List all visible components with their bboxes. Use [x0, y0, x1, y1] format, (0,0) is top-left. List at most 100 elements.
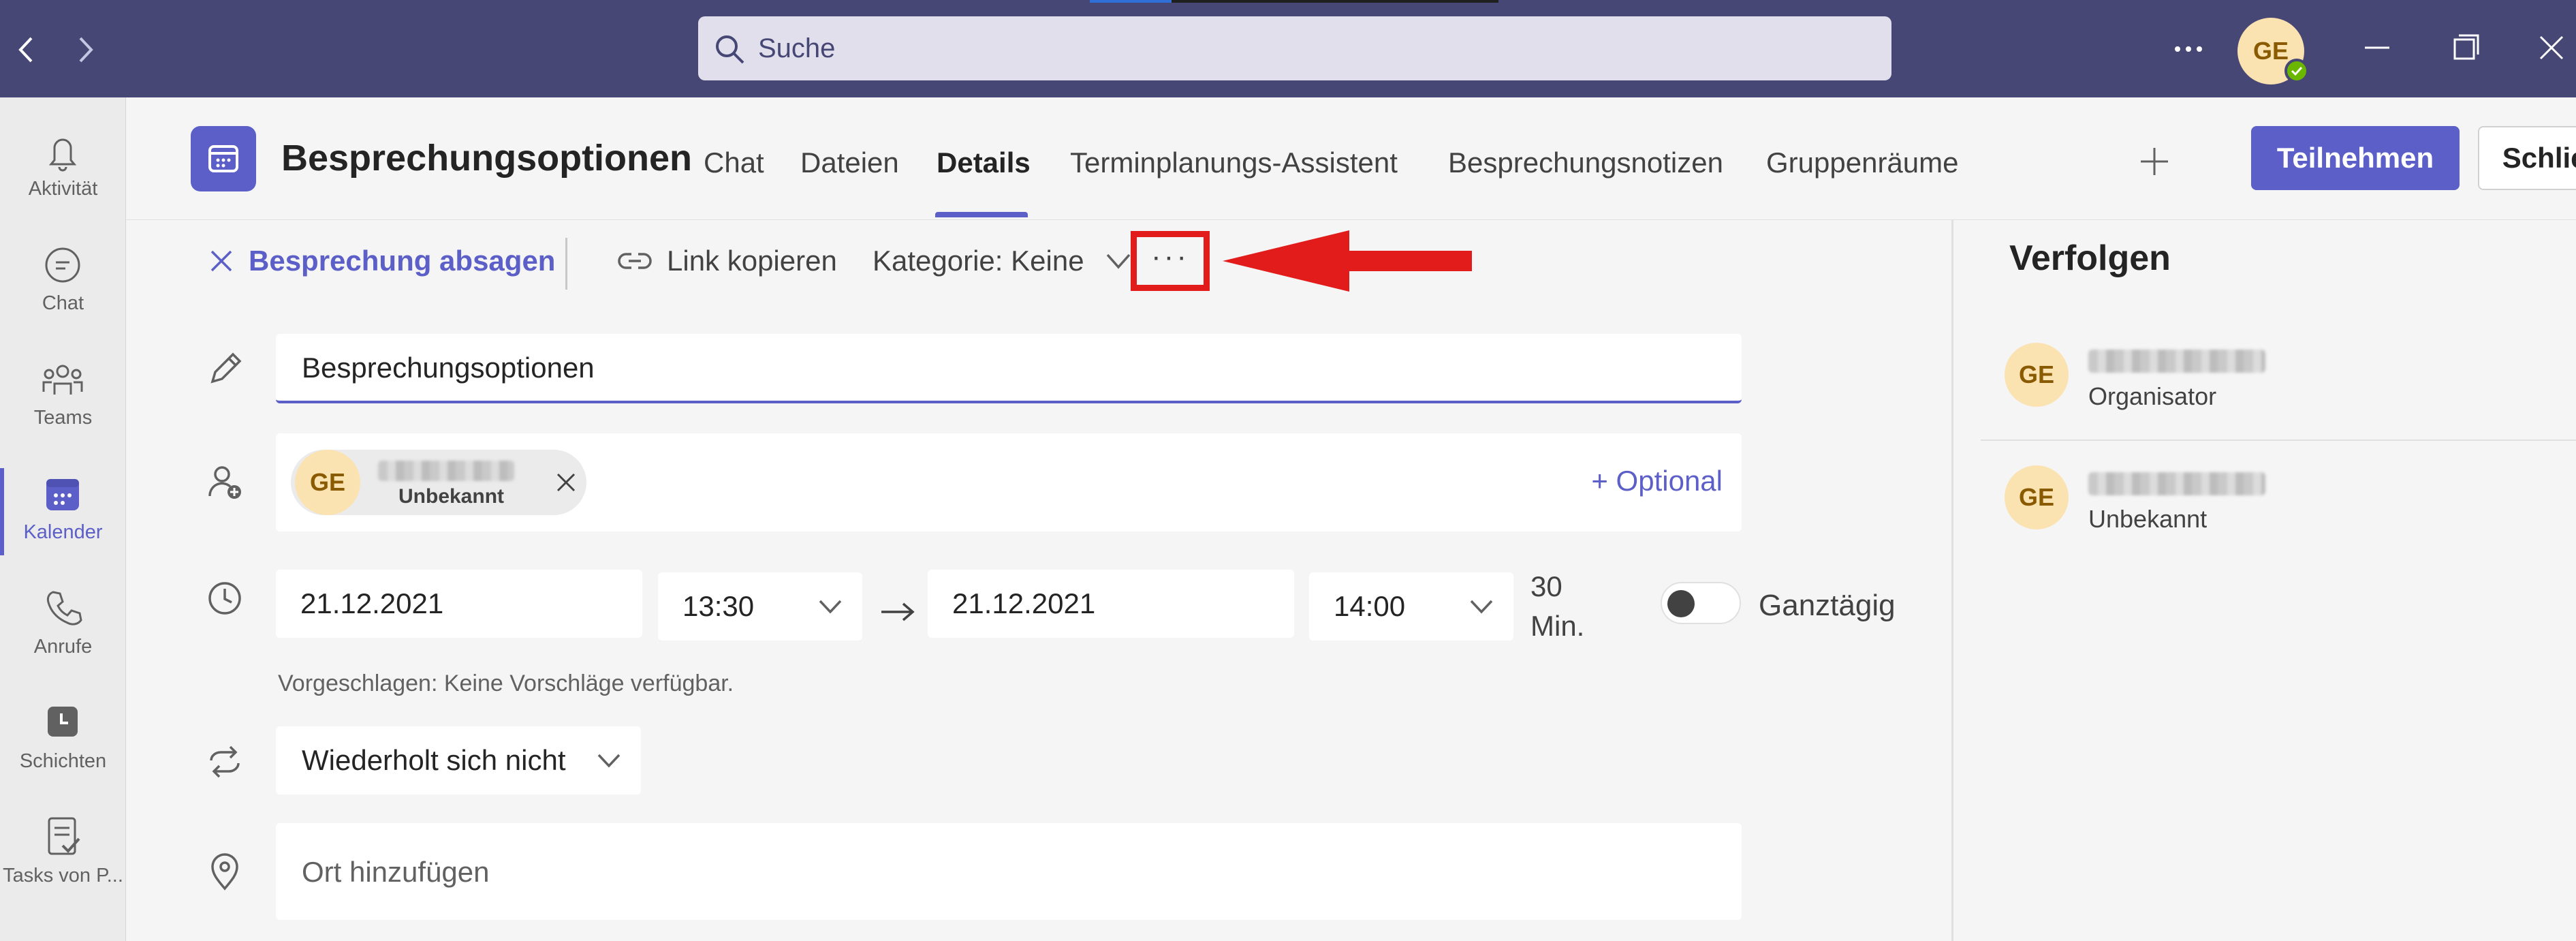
tab-gruppenraeume[interactable]: Gruppenräume [1766, 146, 1959, 179]
duration-value: 30 [1530, 570, 1562, 602]
rail-label: Schichten [19, 750, 107, 772]
back-arrow-icon[interactable] [10, 33, 44, 67]
search-icon [713, 33, 746, 65]
repeat-icon [203, 740, 247, 784]
tab-chat[interactable]: Chat [704, 146, 764, 179]
attendees-field[interactable]: GE Unbekannt + Optional [276, 433, 1742, 531]
rail-label: Tasks von P... [3, 865, 123, 886]
title-bar: GE [0, 0, 2576, 97]
location-field[interactable]: Ort hinzufügen [276, 823, 1742, 920]
suggestion-text: Vorgeschlagen: Keine Vorschläge verfügba… [278, 670, 734, 696]
tab-terminplanungs-assistent[interactable]: Terminplanungs-Assistent [1070, 146, 1398, 179]
close-window-icon[interactable] [2531, 27, 2572, 68]
start-time-value: 13:30 [682, 590, 755, 622]
tracking-panel: Verfolgen GE Organisator GE Unbekannt [1951, 220, 2576, 941]
end-date-value: 21.12.2021 [952, 587, 1096, 619]
attendee-chip[interactable]: GE Unbekannt [291, 450, 586, 515]
toolbar-divider [565, 238, 567, 290]
tab-besprechungsnotizen[interactable]: Besprechungsnotizen [1448, 146, 1723, 179]
avatar: GE [2005, 343, 2069, 407]
avatar: GE [295, 450, 360, 515]
title-field[interactable]: Besprechungsoptionen [276, 334, 1742, 403]
search-box[interactable] [698, 16, 1891, 80]
shifts-icon [35, 698, 90, 746]
category-label: Kategorie: Keine [873, 245, 1084, 277]
category-dropdown[interactable]: Kategorie: Keine [873, 220, 1132, 302]
meeting-header: Besprechungsoptionen Chat Dateien Detail… [126, 97, 2576, 220]
chevron-down-icon [1468, 597, 1494, 616]
active-tab-indicator [935, 212, 1028, 217]
cancel-meeting-label: Besprechung absagen [249, 245, 556, 277]
start-date-value: 21.12.2021 [300, 587, 444, 619]
more-options-icon[interactable] [2168, 35, 2209, 63]
location-placeholder: Ort hinzufügen [302, 856, 490, 888]
rail-label: Aktivität [28, 178, 98, 200]
chevron-down-icon [596, 751, 622, 770]
end-time-dropdown[interactable]: 14:00 [1309, 572, 1513, 641]
maximize-icon[interactable] [2445, 27, 2486, 68]
attendee-role: Organisator [2088, 382, 2217, 410]
location-pin-icon [203, 849, 247, 893]
tasks-icon [35, 813, 90, 861]
meeting-toolbar: Besprechung absagen Link kopieren Katego… [126, 220, 1951, 302]
divider [1981, 439, 2576, 441]
avatar: GE [2005, 465, 2069, 529]
copy-link-button[interactable]: Link kopieren [616, 220, 837, 302]
copy-link-label: Link kopieren [667, 245, 837, 277]
attendee-role: Unbekannt [2088, 505, 2208, 533]
optional-attendees-link[interactable]: + Optional [1591, 465, 1723, 497]
add-person-icon [203, 461, 247, 504]
redacted-name [2088, 350, 2265, 373]
all-day-label: Ganztägig [1759, 589, 1896, 622]
rail-label: Anrufe [33, 636, 93, 658]
all-day-toggle[interactable] [1661, 582, 1741, 624]
repeat-dropdown[interactable]: Wiederholt sich nicht [276, 726, 641, 795]
bell-icon [35, 126, 90, 174]
tracking-attendee[interactable]: GE Organisator [1953, 343, 2576, 459]
add-tab-icon[interactable] [2135, 142, 2173, 181]
more-actions-icon: ··· [1151, 240, 1189, 273]
start-date-field[interactable]: 21.12.2021 [276, 570, 642, 638]
rail-item-chat[interactable]: Chat [0, 226, 126, 340]
chevron-down-icon [817, 597, 843, 616]
app-bar: Aktivität Chat Teams Kalender Anrufe Sch… [0, 97, 126, 941]
presence-available-icon [2284, 59, 2309, 83]
tab-dateien[interactable]: Dateien [800, 146, 899, 179]
rail-label: Teams [33, 407, 93, 429]
rail-label: Chat [42, 292, 84, 314]
duration-unit: Min. [1530, 610, 1585, 642]
end-time-value: 14:00 [1334, 590, 1406, 622]
rail-item-tasks[interactable]: Tasks von P... [0, 798, 126, 912]
chat-icon [35, 241, 90, 288]
meeting-calendar-icon [191, 126, 256, 191]
teams-icon [35, 355, 90, 403]
chevron-down-icon [1105, 251, 1132, 271]
clock-icon [203, 576, 247, 620]
loading-bar [1090, 0, 1172, 3]
rail-item-anrufe[interactable]: Anrufe [0, 569, 126, 683]
close-icon [208, 247, 235, 275]
remove-attendee-icon[interactable] [554, 470, 578, 495]
loading-track [1172, 0, 1498, 3]
calendar-icon [35, 469, 90, 517]
link-icon [616, 247, 653, 275]
rail-item-aktivitaet[interactable]: Aktivität [0, 111, 126, 226]
tab-details[interactable]: Details [937, 146, 1031, 179]
rail-item-schichten[interactable]: Schichten [0, 683, 126, 798]
forward-arrow-icon[interactable] [68, 33, 102, 67]
redacted-name [2088, 472, 2265, 495]
search-input[interactable] [758, 16, 1848, 80]
rail-item-teams[interactable]: Teams [0, 340, 126, 454]
end-date-field[interactable]: 21.12.2021 [928, 570, 1294, 638]
rail-item-kalender[interactable]: Kalender [0, 454, 126, 569]
join-button[interactable]: Teilnehmen [2251, 126, 2460, 190]
tracking-attendee[interactable]: GE Unbekannt [1953, 465, 2576, 581]
more-actions-button[interactable]: ··· [1131, 231, 1210, 291]
close-button[interactable]: Schließen [2478, 126, 2576, 190]
cancel-meeting-button[interactable]: Besprechung absagen [208, 220, 555, 302]
duration-label: 30 Min. [1530, 567, 1584, 646]
phone-icon [35, 584, 90, 632]
title-value: Besprechungsoptionen [302, 352, 595, 384]
start-time-dropdown[interactable]: 13:30 [658, 572, 862, 641]
minimize-icon[interactable] [2357, 27, 2398, 68]
